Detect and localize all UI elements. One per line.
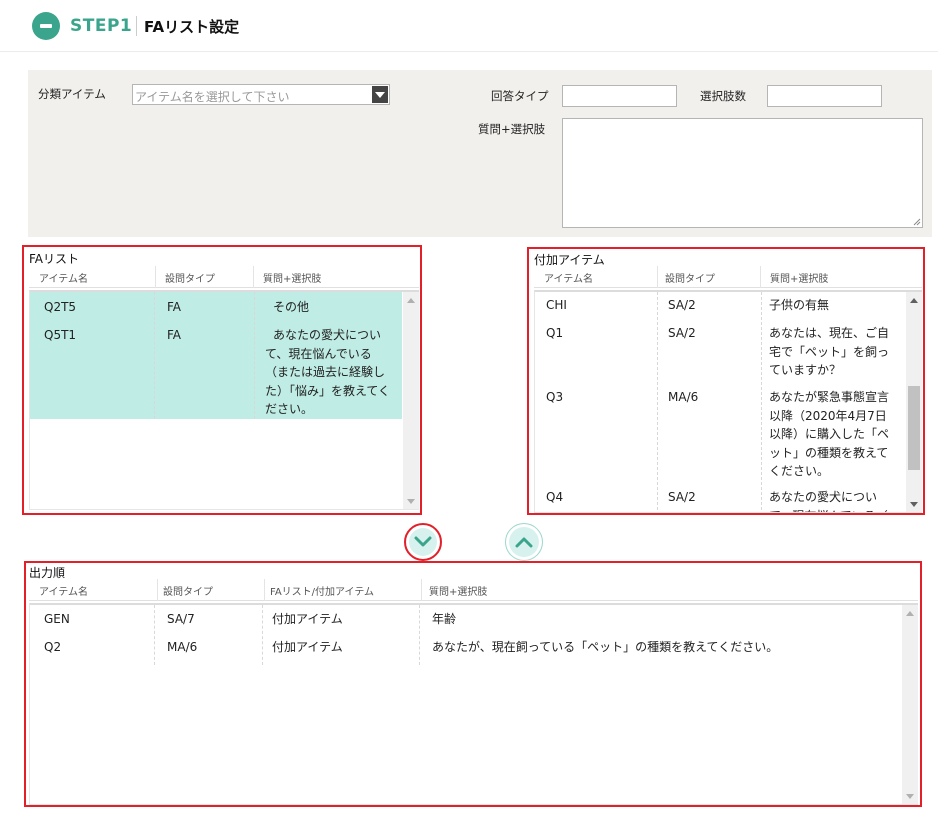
table-row[interactable]: Q1 SA/2 あなたは、現在、ご自宅で「ペット」を飼っていますか？ bbox=[535, 324, 905, 386]
output-order-header: アイテム名 設問タイプ FAリスト/付加アイテム 質問+選択肢 bbox=[29, 579, 918, 601]
row-question-text: 子供の有無 bbox=[769, 298, 830, 312]
row-question-text: あなたが、現在飼っている「ペット」の種類を教えてください。 bbox=[432, 640, 779, 654]
move-down-button[interactable] bbox=[404, 523, 442, 561]
step-label: STEP1 bbox=[70, 16, 133, 36]
answer-type-field[interactable] bbox=[562, 85, 677, 107]
choice-count-field[interactable] bbox=[767, 85, 882, 107]
row-item-name: Q1 bbox=[546, 326, 564, 340]
fa-list-title: FAリスト bbox=[29, 252, 80, 266]
item-label: 分類アイテム bbox=[38, 87, 106, 101]
row-item-name: Q2 bbox=[44, 640, 62, 654]
question-textarea[interactable] bbox=[562, 118, 923, 228]
table-row[interactable]: Q3 MA/6 あなたが緊急事態宣言以降（2020年4月7日以降）に購入した「ペ… bbox=[535, 388, 905, 486]
col-question-text[interactable]: 質問+選択肢 bbox=[770, 270, 828, 285]
row-question-text: あなたの愛犬について、現在悩んでいる（ bbox=[769, 490, 888, 512]
extra-items-body: CHI SA/2 子供の有無 Q1 SA/2 あなたは、現在、ご自宅で「ペット」… bbox=[534, 290, 922, 513]
fa-list-header: アイテム名 設問タイプ 質問+選択肢 bbox=[29, 266, 419, 288]
step-header: STEP1 FAリスト設定 bbox=[0, 0, 938, 52]
output-order-body: GEN SA/7 付加アイテム 年齢 Q2 MA/6 付加アイテム あなたが、現… bbox=[29, 603, 918, 805]
row-question-type: FA bbox=[167, 300, 182, 314]
chevron-down-icon bbox=[414, 536, 432, 547]
choice-count-label: 選択肢数 bbox=[700, 89, 746, 103]
scroll-thumb[interactable] bbox=[908, 386, 920, 470]
col-item-name[interactable]: アイテム名 bbox=[39, 583, 88, 598]
minus-circle-icon[interactable] bbox=[32, 12, 60, 40]
table-row[interactable]: Q4 SA/2 あなたの愛犬について、現在悩んでいる（ bbox=[535, 488, 905, 512]
row-item-name: GEN bbox=[44, 612, 70, 626]
row-question-type: FA bbox=[167, 328, 182, 342]
fa-list-panel: FAリスト アイテム名 設問タイプ 質問+選択肢 Q2T5 FA その他 Q5T… bbox=[22, 245, 422, 515]
col-question-type[interactable]: 設問タイプ bbox=[165, 270, 215, 285]
answer-type-label: 回答タイプ bbox=[491, 89, 549, 103]
scroll-up-icon[interactable] bbox=[407, 298, 415, 303]
row-item-name: Q3 bbox=[546, 390, 564, 404]
scroll-down-icon[interactable] bbox=[906, 794, 914, 799]
row-question-text: あなたは、現在、ご自宅で「ペット」を飼っていますか？ bbox=[769, 326, 890, 377]
dropdown-arrow-icon[interactable] bbox=[372, 86, 388, 103]
table-row[interactable]: GEN SA/7 付加アイテム 年齢 bbox=[30, 610, 901, 636]
question-label: 質問+選択肢 bbox=[478, 122, 546, 136]
col-source-type[interactable]: FAリスト/付加アイテム bbox=[270, 583, 374, 598]
table-row[interactable]: Q2T5 FA その他 bbox=[30, 292, 402, 322]
col-question-text[interactable]: 質問+選択肢 bbox=[429, 583, 487, 598]
col-item-name[interactable]: アイテム名 bbox=[39, 270, 88, 285]
fa-list-scrollbar[interactable] bbox=[403, 292, 419, 509]
table-row[interactable]: Q2 MA/6 付加アイテム あなたが、現在飼っている「ペット」の種類を教えてく… bbox=[30, 638, 901, 664]
scroll-up-icon[interactable] bbox=[906, 611, 914, 616]
row-item-name: Q2T5 bbox=[44, 300, 77, 314]
extra-items-scrollbar[interactable] bbox=[906, 292, 922, 512]
item-select-placeholder: アイテム名を選択して下さい bbox=[135, 90, 290, 104]
scroll-down-icon[interactable] bbox=[910, 502, 918, 507]
table-row[interactable]: CHI SA/2 子供の有無 bbox=[535, 296, 905, 322]
row-item-name: Q4 bbox=[546, 490, 564, 504]
move-up-button[interactable] bbox=[505, 523, 543, 561]
extra-items-header: アイテム名 設問タイプ 質問+選択肢 bbox=[534, 266, 922, 288]
col-question-type[interactable]: 設問タイプ bbox=[665, 270, 715, 285]
classification-panel: 分類アイテム アイテム名を選択して下さい 回答タイプ 選択肢数 質問+選択肢 bbox=[28, 70, 932, 237]
row-question-type: SA/2 bbox=[668, 326, 696, 340]
row-item-name: CHI bbox=[546, 298, 567, 312]
chevron-up-icon bbox=[515, 537, 533, 548]
scroll-up-icon[interactable] bbox=[910, 298, 918, 303]
row-question-type: SA/7 bbox=[167, 612, 195, 626]
output-order-scrollbar[interactable] bbox=[902, 605, 918, 804]
row-question-text: 年齢 bbox=[432, 612, 457, 626]
header-divider bbox=[136, 16, 137, 36]
row-question-text: その他 bbox=[273, 300, 310, 314]
col-question-type[interactable]: 設問タイプ bbox=[163, 583, 213, 598]
row-question-text: あなたが緊急事態宣言以降（2020年4月7日以降）に購入した「ペット」の種類を教… bbox=[769, 390, 890, 478]
row-item-name: Q5T1 bbox=[44, 328, 77, 342]
row-question-type: MA/6 bbox=[668, 390, 699, 404]
page-title: FAリスト設定 bbox=[144, 18, 240, 36]
col-item-name[interactable]: アイテム名 bbox=[544, 270, 593, 285]
row-question-type: SA/2 bbox=[668, 490, 696, 504]
output-order-panel: 出力順 アイテム名 設問タイプ FAリスト/付加アイテム 質問+選択肢 GEN … bbox=[24, 561, 922, 807]
fa-list-body: Q2T5 FA その他 Q5T1 FA あなたの愛犬について、現在悩んでいる（ま… bbox=[29, 290, 419, 510]
row-source-type: 付加アイテム bbox=[272, 640, 343, 654]
row-question-text: あなたの愛犬について、現在悩んでいる（または過去に経験した）「悩み」を教えてくだ… bbox=[265, 328, 391, 416]
item-select[interactable]: アイテム名を選択して下さい bbox=[132, 84, 390, 105]
col-question-text[interactable]: 質問+選択肢 bbox=[263, 270, 321, 285]
row-question-type: SA/2 bbox=[668, 298, 696, 312]
scroll-down-icon[interactable] bbox=[407, 499, 415, 504]
row-question-type: MA/6 bbox=[167, 640, 198, 654]
resize-grip-icon[interactable] bbox=[913, 218, 921, 226]
extra-items-panel: 付加アイテム アイテム名 設問タイプ 質問+選択肢 CHI SA/2 子供の有無… bbox=[527, 247, 925, 515]
row-source-type: 付加アイテム bbox=[272, 612, 343, 626]
table-row[interactable]: Q5T1 FA あなたの愛犬について、現在悩んでいる（または過去に経験した）「悩… bbox=[30, 322, 402, 419]
